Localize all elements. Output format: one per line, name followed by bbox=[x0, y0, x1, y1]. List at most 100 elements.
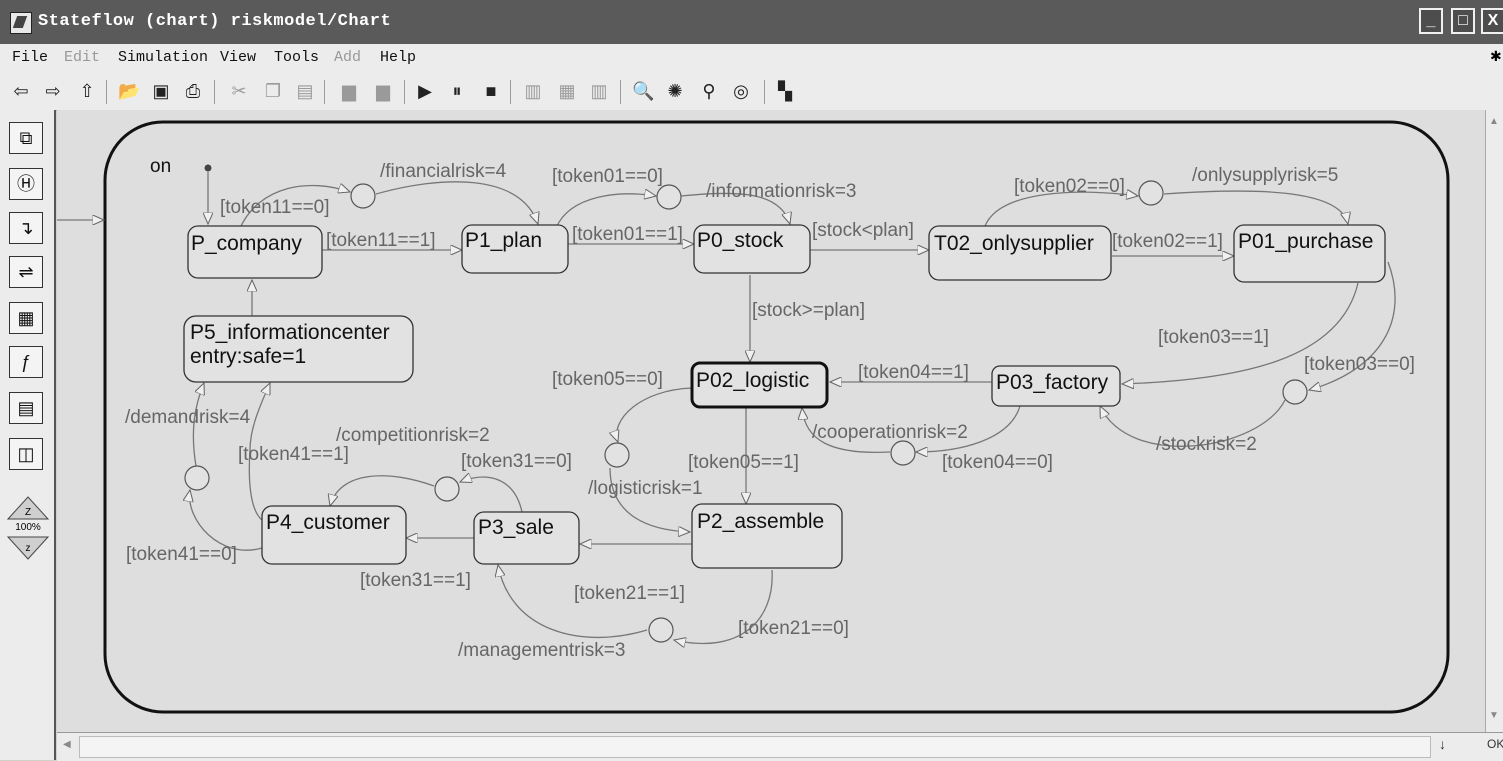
label-stock-lt-plan: [stock<plan] bbox=[812, 220, 914, 241]
label-stock-ge-plan: [stock>=plan] bbox=[752, 300, 865, 321]
print-icon[interactable]: ⎙ bbox=[182, 80, 204, 102]
forward-icon[interactable]: ⇨ bbox=[42, 80, 64, 102]
pause-icon[interactable]: ⏸ bbox=[446, 80, 468, 102]
state-tool-icon[interactable]: ⧉ bbox=[9, 122, 43, 154]
default-transition-icon[interactable]: ↴ bbox=[9, 212, 43, 244]
build-all-icon[interactable]: ▥ bbox=[588, 80, 610, 102]
label-token01-1: [token01==1] bbox=[572, 224, 683, 245]
toolbar: ⇦ ⇨ ⇧ 📂 ▣ ⎙ ✂ ❐ ▤ ▆ ▆ ▶ ⏸ ■ ▥ ▦ ▥ 🔍 ✺ ⚲ … bbox=[0, 72, 1503, 111]
state-p4-customer[interactable]: P4_customer bbox=[261, 505, 407, 565]
back-icon[interactable]: ⇦ bbox=[10, 80, 32, 102]
down-arrow-icon[interactable]: ↓ bbox=[1439, 736, 1446, 752]
maximize-button[interactable]: □ bbox=[1451, 8, 1475, 34]
chart-canvas[interactable]: on P_company P1_plan P0_stock T02_onlysu… bbox=[57, 110, 1485, 732]
redo-icon[interactable]: ▆ bbox=[370, 80, 396, 102]
label-token05-0: [token05==0] bbox=[552, 369, 663, 390]
label-token31-1: [token31==1] bbox=[360, 570, 471, 591]
cut-icon[interactable]: ✂ bbox=[228, 80, 250, 102]
label-competitionrisk: /competitionrisk=2 bbox=[336, 425, 490, 446]
label-token03-1: [token03==1] bbox=[1158, 327, 1269, 348]
state-p3-sale[interactable]: P3_sale bbox=[473, 511, 580, 565]
copy-icon[interactable]: ❐ bbox=[262, 80, 284, 102]
label-managementrisk: /managementrisk=3 bbox=[458, 640, 625, 661]
close-button[interactable]: X bbox=[1481, 8, 1503, 34]
menu-file[interactable]: File bbox=[12, 49, 48, 66]
state-p01-purchase[interactable]: P01_purchase bbox=[1233, 224, 1386, 283]
state-p0-stock[interactable]: P0_stock bbox=[693, 224, 811, 274]
junction-3 bbox=[1138, 180, 1164, 206]
stop-icon[interactable]: ■ bbox=[480, 80, 502, 102]
debugger-icon[interactable]: ✺ bbox=[664, 80, 686, 102]
zoom-control[interactable]: Z z 100% bbox=[6, 495, 52, 565]
menu-view[interactable]: View bbox=[220, 49, 256, 66]
box-icon[interactable]: ◫ bbox=[9, 438, 43, 470]
junction-6 bbox=[604, 442, 630, 468]
scroll-up-icon[interactable]: ▲ bbox=[1489, 116, 1499, 127]
toolbar-separator bbox=[214, 80, 215, 104]
rebuild-icon[interactable]: ▦ bbox=[556, 80, 578, 102]
label-token04-0: [token04==0] bbox=[942, 452, 1053, 473]
scroll-track[interactable] bbox=[79, 736, 1431, 758]
scroll-down-icon[interactable]: ▼ bbox=[1489, 710, 1499, 721]
history-junction-icon[interactable]: Ⓗ bbox=[9, 168, 43, 200]
menu-add[interactable]: Add bbox=[334, 49, 361, 66]
junction-9 bbox=[184, 465, 210, 491]
svg-text:P03_factory: P03_factory bbox=[996, 371, 1109, 394]
title-bar: Stateflow (chart) riskmodel/Chart _ □ X bbox=[0, 0, 1503, 45]
state-p1-plan[interactable]: P1_plan bbox=[461, 224, 569, 274]
horizontal-scrollbar[interactable]: ◀ ↓ OK bbox=[57, 732, 1503, 761]
label-demandrisk: /demandrisk=4 bbox=[125, 407, 251, 428]
up-icon[interactable]: ⇧ bbox=[76, 80, 98, 102]
label-stockrisk: /stockrisk=2 bbox=[1156, 434, 1257, 455]
embedded-matlab-icon[interactable]: ▤ bbox=[9, 392, 43, 424]
status-text: OK bbox=[1487, 737, 1503, 751]
menu-tools[interactable]: Tools bbox=[274, 49, 319, 66]
svg-text:P5_informationcenter: P5_informationcenter bbox=[190, 321, 390, 344]
label-cooperationrisk: /cooperationrisk=2 bbox=[812, 422, 968, 443]
junction-8 bbox=[648, 617, 674, 643]
minimize-button[interactable]: _ bbox=[1419, 8, 1443, 34]
menu-help[interactable]: Help bbox=[380, 49, 416, 66]
function-icon[interactable]: ƒ bbox=[9, 346, 43, 378]
scroll-left-icon[interactable]: ◀ bbox=[63, 739, 71, 750]
vertical-scrollbar[interactable]: ▲ ▼ bbox=[1485, 110, 1503, 732]
label-token11-1: [token11==1] bbox=[326, 230, 436, 251]
state-p2-assemble[interactable]: P2_assemble bbox=[691, 503, 843, 569]
label-token21-1: [token21==1] bbox=[574, 583, 685, 604]
build-icon[interactable]: ▥ bbox=[522, 80, 544, 102]
svg-text:T02_onlysupplier: T02_onlysupplier bbox=[934, 232, 1094, 255]
svg-text:P1_plan: P1_plan bbox=[465, 229, 542, 252]
save-icon[interactable]: ▣ bbox=[150, 80, 172, 102]
label-token41-1: [token41==1] bbox=[238, 444, 349, 465]
label-token41-0: [token41==0] bbox=[126, 544, 237, 565]
toolbar-separator bbox=[324, 80, 325, 104]
play-icon[interactable]: ▶ bbox=[414, 80, 436, 102]
pin-icon[interactable]: ✱ bbox=[1490, 48, 1502, 65]
menu-edit[interactable]: Edit bbox=[64, 49, 100, 66]
state-p02-logistic[interactable]: P02_logistic bbox=[690, 361, 829, 409]
undo-icon[interactable]: ▆ bbox=[336, 80, 362, 102]
parent-model-icon[interactable]: ▚ bbox=[774, 80, 796, 102]
menu-simulation[interactable]: Simulation bbox=[118, 49, 208, 66]
svg-text:P_company: P_company bbox=[191, 232, 302, 255]
target-icon[interactable]: ◎ bbox=[730, 80, 752, 102]
label-financialrisk: /financialrisk=4 bbox=[380, 161, 507, 182]
state-p03-factory[interactable]: P03_factory bbox=[991, 365, 1121, 407]
label-logisticrisk: /logisticrisk=1 bbox=[588, 478, 703, 499]
connective-junction-icon[interactable]: ⇌ bbox=[9, 256, 43, 288]
label-informationrisk: /informationrisk=3 bbox=[706, 181, 856, 202]
label-token01-0: [token01==0] bbox=[552, 166, 663, 187]
svg-text:P3_sale: P3_sale bbox=[478, 516, 554, 539]
state-p-company[interactable]: P_company bbox=[187, 225, 323, 279]
label-token03-0: [token03==0] bbox=[1304, 354, 1415, 375]
state-t02-onlysupplier[interactable]: T02_onlysupplier bbox=[928, 225, 1112, 281]
truth-table-icon[interactable]: ▦ bbox=[9, 302, 43, 334]
menu-bar: File Edit Simulation View Tools Add Help… bbox=[0, 44, 1503, 72]
open-icon[interactable]: 📂 bbox=[118, 80, 140, 102]
find-icon[interactable]: ⚲ bbox=[698, 80, 720, 102]
label-token04-1: [token04==1] bbox=[858, 362, 969, 383]
state-p5-informationcenter[interactable]: P5_informationcenter entry:safe=1 bbox=[183, 315, 414, 383]
explorer-icon[interactable]: 🔍 bbox=[632, 80, 654, 102]
junction-5 bbox=[890, 440, 916, 466]
paste-icon[interactable]: ▤ bbox=[294, 80, 316, 102]
